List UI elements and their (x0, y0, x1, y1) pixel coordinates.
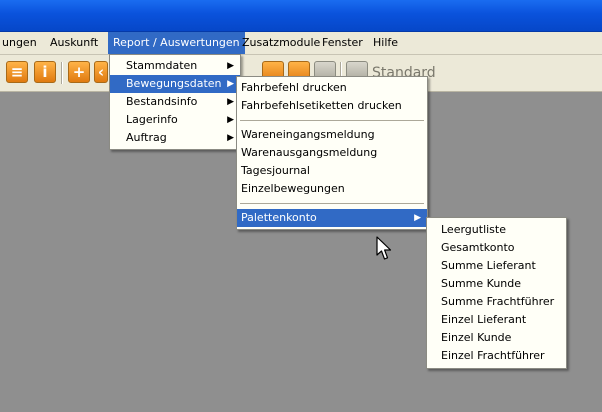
menu-ungen[interactable]: ungen (0, 32, 41, 54)
menu-report-auswertungen[interactable]: Report / Auswertungen (108, 32, 245, 54)
menu-item-gesamtkonto[interactable]: Gesamtkonto (427, 239, 566, 257)
toolbar-separator (61, 62, 63, 84)
menu-item-bestandsinfo[interactable]: Bestandsinfo ▶ (110, 93, 240, 111)
info-icon[interactable]: i (34, 61, 56, 83)
menu-zusatzmodule[interactable]: Zusatzmodule (238, 32, 324, 54)
submenu-arrow-icon: ▶ (227, 61, 234, 71)
menubar: ungen Auskunft Report / Auswertungen Zus… (0, 32, 602, 55)
add-icon[interactable]: + (68, 61, 90, 83)
menu-item-summe-kunde[interactable]: Summe Kunde (427, 275, 566, 293)
submenu-arrow-icon: ▶ (414, 213, 421, 223)
menu-fenster[interactable]: Fenster (318, 32, 367, 54)
back-icon[interactable]: ‹ (94, 61, 108, 83)
menu-item-einzel-kunde[interactable]: Einzel Kunde (427, 329, 566, 347)
menu-item-stammdaten[interactable]: Stammdaten ▶ (110, 57, 240, 75)
menu-item-bewegungsdaten[interactable]: Bewegungsdaten ▶ (110, 75, 240, 93)
menu-item-warenausgangsmeldung[interactable]: Warenausgangsmeldung (237, 144, 427, 162)
menu-item-wareneingangsmeldung[interactable]: Wareneingangsmeldung (237, 126, 427, 144)
report-menu: Stammdaten ▶ Bewegungsdaten ▶ Bestandsinfo… (109, 54, 241, 150)
menu-item-tagesjournal[interactable]: Tagesjournal (237, 162, 427, 180)
menu-item-summe-lieferant[interactable]: Summe Lieferant (427, 257, 566, 275)
menu-item-leergutliste[interactable]: Leergutliste (427, 221, 566, 239)
mouse-cursor-icon (376, 236, 392, 260)
menu-item-fahrbefehl-drucken[interactable]: Fahrbefehl drucken (237, 79, 427, 97)
menu-auskunft[interactable]: Auskunft (46, 32, 102, 54)
menu-item-lagerinfo[interactable]: Lagerinfo ▶ (110, 111, 240, 129)
menu-separator (240, 203, 424, 204)
menu-item-einzelbewegungen[interactable]: Einzelbewegungen (237, 180, 427, 198)
menu-hilfe[interactable]: Hilfe (369, 32, 402, 54)
menu-item-auftrag[interactable]: Auftrag ▶ (110, 129, 240, 147)
submenu-arrow-icon: ▶ (227, 115, 234, 125)
bewegungsdaten-submenu: Fahrbefehl drucken Fahrbefehlsetiketten … (236, 76, 428, 230)
menu-item-einzel-frachtfuehrer[interactable]: Einzel Frachtführer (427, 347, 566, 365)
menu-item-palettenkonto[interactable]: Palettenkonto ▶ (237, 209, 427, 227)
palettenkonto-submenu: Leergutliste Gesamtkonto Summe Lieferant… (426, 217, 567, 369)
list-icon[interactable]: ≡ (6, 61, 28, 83)
submenu-arrow-icon: ▶ (227, 133, 234, 143)
menu-item-einzel-lieferant[interactable]: Einzel Lieferant (427, 311, 566, 329)
menu-item-summe-frachtfuehrer[interactable]: Summe Frachtführer (427, 293, 566, 311)
menu-item-fahrbefehlsetiketten-drucken[interactable]: Fahrbefehlsetiketten drucken (237, 97, 427, 115)
submenu-arrow-icon: ▶ (227, 97, 234, 107)
submenu-arrow-icon: ▶ (227, 79, 234, 89)
window-titlebar (0, 0, 602, 32)
menu-separator (240, 120, 424, 121)
